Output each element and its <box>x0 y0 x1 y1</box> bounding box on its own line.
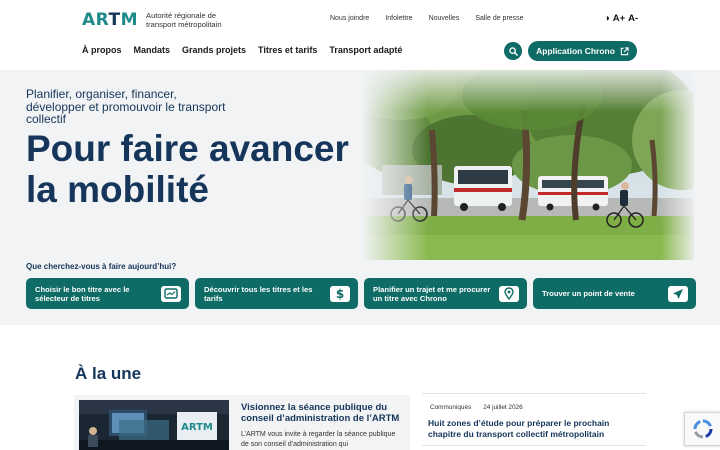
util-link-news[interactable]: Nouvelles <box>429 15 460 22</box>
nav-item-major-projects[interactable]: Grands projets <box>182 45 246 55</box>
external-link-icon <box>620 46 629 55</box>
util-link-press[interactable]: Salle de presse <box>475 15 523 22</box>
logo-subtitle: Autorité régionale de transport métropol… <box>146 11 222 29</box>
svg-text:ARTM: ARTM <box>181 422 213 433</box>
news-divider <box>422 445 646 446</box>
featured-news-title: Visionnez la séance publique du conseil … <box>241 402 400 424</box>
search-button[interactable] <box>504 42 522 60</box>
nav-item-mandates[interactable]: Mandats <box>134 45 171 55</box>
quick-links: Choisir le bon titre avec le sélecteur d… <box>26 278 696 309</box>
map-pin-icon <box>499 285 519 302</box>
quick-link-label: Planifier un trajet et me procurer un ti… <box>373 284 491 303</box>
svg-text:$: $ <box>336 287 344 300</box>
chrono-button-label: Application Chrono <box>536 46 615 56</box>
nav-item-about[interactable]: À propos <box>82 45 122 55</box>
news-list-item[interactable]: Communiqués 24 juillet 2026 Huit zones d… <box>422 393 646 450</box>
font-decrease-button[interactable]: A- <box>628 13 638 24</box>
artm-logo[interactable]: ARTM Autorité régionale de transport mét… <box>82 10 246 30</box>
hero-photo <box>362 70 694 260</box>
recaptcha-icon <box>692 419 713 439</box>
hero-title: Pour faire avancer la mobilité <box>26 128 349 210</box>
hero-section: Planifier, organiser, financer, développ… <box>0 70 720 325</box>
card-icon <box>161 285 181 302</box>
news-section-title: À la une <box>75 364 142 383</box>
search-intent-question: Que cherchez-vous à faire aujourd’hui? <box>26 262 177 271</box>
utility-nav: Nous joindre Infolettre Nouvelles Salle … <box>330 15 540 22</box>
quick-link-fares[interactable]: Découvrir tous les titres et les tarifs … <box>195 278 358 309</box>
news-title: Huit zones d’étude pour préparer le proc… <box>428 418 610 439</box>
featured-news-image: ARTM <box>79 400 229 450</box>
news-meta: Communiqués 24 juillet 2026 <box>430 404 523 411</box>
contrast-toggle-icon[interactable]: ◑ <box>604 13 610 24</box>
nav-item-paratransit[interactable]: Transport adapté <box>329 45 402 55</box>
send-icon <box>668 285 688 302</box>
nav-item-fares[interactable]: Titres et tarifs <box>258 45 317 55</box>
quick-link-label: Choisir le bon titre avec le sélecteur d… <box>35 284 130 303</box>
quick-link-label: Découvrir tous les titres et les tarifs <box>204 284 313 303</box>
quick-link-sales-point[interactable]: Trouver un point de vente <box>533 278 696 309</box>
news-category[interactable]: Communiqués <box>430 404 471 411</box>
featured-news-excerpt: L’ARTM vous invite à regarder la séance … <box>241 431 396 448</box>
quick-link-label: Trouver un point de vente <box>542 289 635 298</box>
accessibility-controls: ◑ A+ A- <box>604 13 638 24</box>
chrono-app-button[interactable]: Application Chrono <box>528 41 637 61</box>
quick-link-plan-trip[interactable]: Planifier un trajet et me procurer un ti… <box>364 278 527 309</box>
news-date: 24 juillet 2026 <box>483 404 523 411</box>
recaptcha-badge[interactable] <box>684 412 720 446</box>
search-icon <box>508 46 518 56</box>
util-link-contact[interactable]: Nous joindre <box>330 15 369 22</box>
logo-mark: ARTM <box>82 10 139 30</box>
hero-subtitle: Planifier, organiser, financer, développ… <box>26 87 226 126</box>
quick-link-fare-selector[interactable]: Choisir le bon titre avec le sélecteur d… <box>26 278 189 309</box>
font-increase-button[interactable]: A+ <box>613 13 625 24</box>
page: ARTM Autorité régionale de transport mét… <box>0 0 720 450</box>
site-header: ARTM Autorité régionale de transport mét… <box>0 0 720 70</box>
util-link-newsletter[interactable]: Infolettre <box>385 15 412 22</box>
main-nav: À propos Mandats Grands projets Titres e… <box>82 45 414 55</box>
dollar-icon: $ <box>330 285 350 302</box>
featured-news-card[interactable]: ARTM Visionnez la séance publique du con… <box>74 395 410 450</box>
